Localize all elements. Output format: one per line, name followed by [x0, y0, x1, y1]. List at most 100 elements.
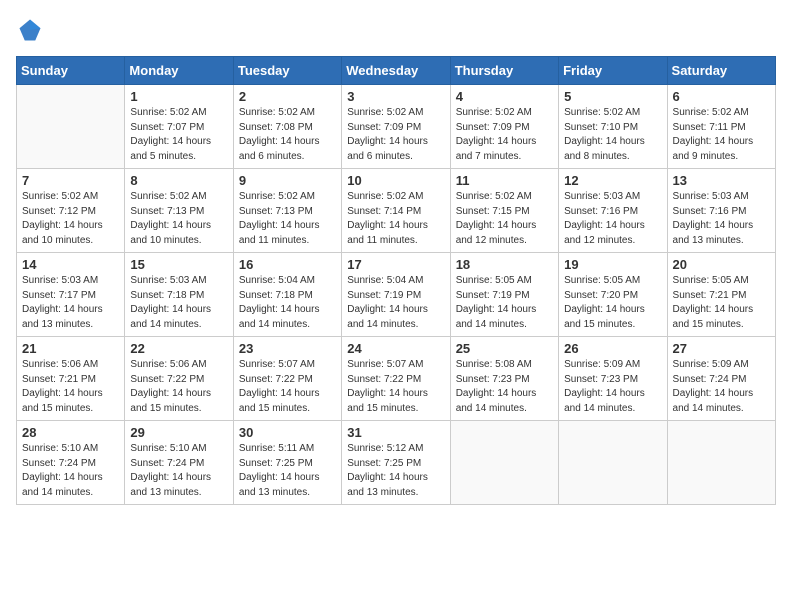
day-number: 20 [673, 257, 770, 272]
day-info: Sunrise: 5:02 AM Sunset: 7:13 PM Dayligh… [130, 190, 227, 248]
day-info: Sunrise: 5:09 AM Sunset: 7:24 PM Dayligh… [673, 358, 770, 416]
day-number: 18 [456, 257, 553, 272]
day-info: Sunrise: 5:03 AM Sunset: 7:18 PM Dayligh… [130, 274, 227, 332]
calendar-day-cell: 12 Sunrise: 5:03 AM Sunset: 7:16 PM Dayli… [559, 169, 667, 253]
calendar-day-cell [450, 421, 558, 505]
day-number: 6 [673, 89, 770, 104]
day-info: Sunrise: 5:02 AM Sunset: 7:10 PM Dayligh… [564, 106, 661, 164]
calendar-day-cell: 20 Sunrise: 5:05 AM Sunset: 7:21 PM Dayli… [667, 253, 775, 337]
calendar-col-header: Friday [559, 57, 667, 85]
calendar-day-cell: 1Sunrise: 5:02 AM Sunset: 7:07 PM Daylig… [125, 85, 233, 169]
day-number: 26 [564, 341, 661, 356]
day-info: Sunrise: 5:02 AM Sunset: 7:09 PM Dayligh… [347, 106, 444, 164]
calendar-day-cell: 2 Sunrise: 5:02 AM Sunset: 7:08 PM Daylig… [233, 85, 341, 169]
day-number: 19 [564, 257, 661, 272]
day-info: Sunrise: 5:06 AM Sunset: 7:22 PM Dayligh… [130, 358, 227, 416]
calendar-day-cell: 8 Sunrise: 5:02 AM Sunset: 7:13 PM Daylig… [125, 169, 233, 253]
day-info: Sunrise: 5:04 AM Sunset: 7:19 PM Dayligh… [347, 274, 444, 332]
calendar-day-cell: 26Sunrise: 5:09 AM Sunset: 7:23 PM Dayli… [559, 337, 667, 421]
calendar-col-header: Saturday [667, 57, 775, 85]
day-number: 3 [347, 89, 444, 104]
calendar-day-cell: 29 Sunrise: 5:10 AM Sunset: 7:24 PM Dayli… [125, 421, 233, 505]
calendar-week-row: 14Sunrise: 5:03 AM Sunset: 7:17 PM Dayli… [17, 253, 776, 337]
day-number: 14 [22, 257, 119, 272]
calendar-day-cell: 7 Sunrise: 5:02 AM Sunset: 7:12 PM Daylig… [17, 169, 125, 253]
calendar-day-cell: 15 Sunrise: 5:03 AM Sunset: 7:18 PM Dayli… [125, 253, 233, 337]
calendar-day-cell: 6Sunrise: 5:02 AM Sunset: 7:11 PM Daylig… [667, 85, 775, 169]
calendar-day-cell: 4 Sunrise: 5:02 AM Sunset: 7:09 PM Daylig… [450, 85, 558, 169]
calendar-day-cell: 30Sunrise: 5:11 AM Sunset: 7:25 PM Dayli… [233, 421, 341, 505]
day-number: 2 [239, 89, 336, 104]
calendar-day-cell [559, 421, 667, 505]
logo [16, 16, 48, 44]
day-info: Sunrise: 5:03 AM Sunset: 7:16 PM Dayligh… [673, 190, 770, 248]
day-info: Sunrise: 5:07 AM Sunset: 7:22 PM Dayligh… [347, 358, 444, 416]
calendar-day-cell: 19 Sunrise: 5:05 AM Sunset: 7:20 PM Dayli… [559, 253, 667, 337]
day-number: 5 [564, 89, 661, 104]
day-info: Sunrise: 5:02 AM Sunset: 7:08 PM Dayligh… [239, 106, 336, 164]
page-header [16, 16, 776, 44]
day-number: 31 [347, 425, 444, 440]
day-info: Sunrise: 5:02 AM Sunset: 7:12 PM Dayligh… [22, 190, 119, 248]
calendar-day-cell: 21 Sunrise: 5:06 AM Sunset: 7:21 PM Dayli… [17, 337, 125, 421]
day-info: Sunrise: 5:05 AM Sunset: 7:20 PM Dayligh… [564, 274, 661, 332]
day-info: Sunrise: 5:05 AM Sunset: 7:19 PM Dayligh… [456, 274, 553, 332]
day-info: Sunrise: 5:02 AM Sunset: 7:15 PM Dayligh… [456, 190, 553, 248]
day-info: Sunrise: 5:05 AM Sunset: 7:21 PM Dayligh… [673, 274, 770, 332]
calendar-day-cell [17, 85, 125, 169]
day-number: 25 [456, 341, 553, 356]
day-number: 29 [130, 425, 227, 440]
calendar-day-cell [667, 421, 775, 505]
day-number: 24 [347, 341, 444, 356]
calendar-col-header: Tuesday [233, 57, 341, 85]
calendar-week-row: 21 Sunrise: 5:06 AM Sunset: 7:21 PM Dayli… [17, 337, 776, 421]
calendar-day-cell: 27 Sunrise: 5:09 AM Sunset: 7:24 PM Dayli… [667, 337, 775, 421]
day-number: 11 [456, 173, 553, 188]
calendar-day-cell: 17Sunrise: 5:04 AM Sunset: 7:19 PM Dayli… [342, 253, 450, 337]
day-info: Sunrise: 5:04 AM Sunset: 7:18 PM Dayligh… [239, 274, 336, 332]
day-info: Sunrise: 5:02 AM Sunset: 7:14 PM Dayligh… [347, 190, 444, 248]
day-info: Sunrise: 5:07 AM Sunset: 7:22 PM Dayligh… [239, 358, 336, 416]
calendar-header-row: SundayMondayTuesdayWednesdayThursdayFrid… [17, 57, 776, 85]
calendar-col-header: Sunday [17, 57, 125, 85]
day-info: Sunrise: 5:03 AM Sunset: 7:16 PM Dayligh… [564, 190, 661, 248]
calendar-col-header: Wednesday [342, 57, 450, 85]
calendar-col-header: Thursday [450, 57, 558, 85]
calendar-day-cell: 10 Sunrise: 5:02 AM Sunset: 7:14 PM Dayli… [342, 169, 450, 253]
day-info: Sunrise: 5:02 AM Sunset: 7:09 PM Dayligh… [456, 106, 553, 164]
day-info: Sunrise: 5:10 AM Sunset: 7:24 PM Dayligh… [130, 442, 227, 500]
day-number: 13 [673, 173, 770, 188]
calendar-week-row: 7 Sunrise: 5:02 AM Sunset: 7:12 PM Daylig… [17, 169, 776, 253]
calendar-day-cell: 31 Sunrise: 5:12 AM Sunset: 7:25 PM Dayli… [342, 421, 450, 505]
calendar-day-cell: 3 Sunrise: 5:02 AM Sunset: 7:09 PM Daylig… [342, 85, 450, 169]
calendar-table: SundayMondayTuesdayWednesdayThursdayFrid… [16, 56, 776, 505]
day-number: 9 [239, 173, 336, 188]
day-number: 28 [22, 425, 119, 440]
calendar-day-cell: 28Sunrise: 5:10 AM Sunset: 7:24 PM Dayli… [17, 421, 125, 505]
day-number: 21 [22, 341, 119, 356]
day-number: 12 [564, 173, 661, 188]
calendar-day-cell: 24 Sunrise: 5:07 AM Sunset: 7:22 PM Dayli… [342, 337, 450, 421]
day-info: Sunrise: 5:06 AM Sunset: 7:21 PM Dayligh… [22, 358, 119, 416]
day-info: Sunrise: 5:02 AM Sunset: 7:13 PM Dayligh… [239, 190, 336, 248]
calendar-week-row: 28 Sunrise: 5:10 AM Sunset: 7:24 PM Dayli… [17, 421, 776, 505]
calendar-day-cell: 23Sunrise: 5:07 AM Sunset: 7:22 PM Dayli… [233, 337, 341, 421]
calendar-day-cell: 14Sunrise: 5:03 AM Sunset: 7:17 PM Dayli… [17, 253, 125, 337]
calendar-week-row: 1Sunrise: 5:02 AM Sunset: 7:07 PM Daylig… [17, 85, 776, 169]
calendar-day-cell: 16 Sunrise: 5:04 AM Sunset: 7:18 PM Dayli… [233, 253, 341, 337]
calendar-day-cell: 18 Sunrise: 5:05 AM Sunset: 7:19 PM Dayli… [450, 253, 558, 337]
day-number: 27 [673, 341, 770, 356]
day-number: 10 [347, 173, 444, 188]
day-number: 15 [130, 257, 227, 272]
day-number: 7 [22, 173, 119, 188]
logo-icon [16, 16, 44, 44]
day-number: 4 [456, 89, 553, 104]
day-number: 22 [130, 341, 227, 356]
calendar-day-cell: 25Sunrise: 5:08 AM Sunset: 7:23 PM Dayli… [450, 337, 558, 421]
calendar-day-cell: 13 Sunrise: 5:03 AM Sunset: 7:16 PM Dayli… [667, 169, 775, 253]
day-number: 8 [130, 173, 227, 188]
day-info: Sunrise: 5:12 AM Sunset: 7:25 PM Dayligh… [347, 442, 444, 500]
day-number: 16 [239, 257, 336, 272]
calendar-day-cell: 11 Sunrise: 5:02 AM Sunset: 7:15 PM Dayli… [450, 169, 558, 253]
calendar-col-header: Monday [125, 57, 233, 85]
